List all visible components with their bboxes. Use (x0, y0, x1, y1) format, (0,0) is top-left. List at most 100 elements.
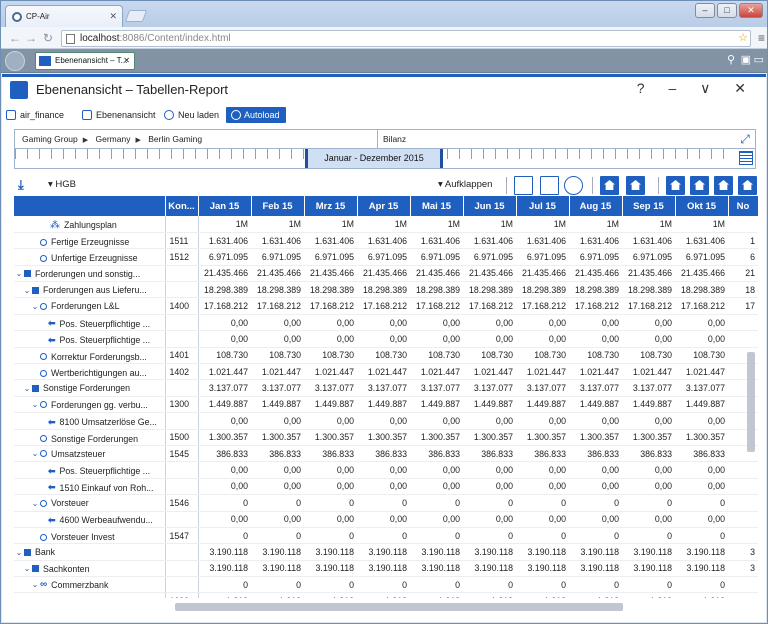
header-month[interactable]: Okt 15 (675, 196, 729, 216)
breadcrumb-berlin-gaming[interactable]: Berlin Gaming (148, 134, 202, 144)
table-row[interactable]: ⟲Commerzbank 10010001.3131.3131.3131.313… (14, 592, 758, 598)
breadcrumb-germany[interactable]: Germany (96, 134, 131, 144)
url-input[interactable]: localhost:8086/Content/index.html ☆ (61, 30, 751, 47)
vertical-scrollbar[interactable] (747, 352, 755, 452)
time-slider[interactable]: Januar - Dezember 2015 (14, 149, 756, 169)
expand-toggle-icon[interactable]: ⌄ (22, 286, 32, 295)
table-row[interactable]: ⬅ 8100 Umsatzerlöse Ge... 0,00 0,00 0,00 0,00… (14, 412, 758, 430)
report-type-label[interactable]: Bilanz (377, 130, 732, 148)
layout-icon[interactable]: ▣ (741, 53, 751, 66)
header-month[interactable]: Feb 15 (251, 196, 305, 216)
table-row[interactable]: ⬅ 1510 Einkauf von Roh... 0,00 0,00 0,00 0,00… (14, 478, 758, 496)
table-row[interactable]: ⌄ Forderungen und sonstig... 21.435.466 21.… (14, 265, 758, 283)
expand-toggle-icon[interactable]: ⌄ (30, 580, 40, 589)
row-label[interactable]: ⬅ 1510 Einkauf von Roh... (14, 478, 166, 496)
header-month[interactable]: No (728, 196, 759, 216)
table-row[interactable]: Sonstige Forderungen 1500 1.300.357 1.300.3… (14, 429, 758, 446)
browser-tab[interactable]: CP-Air ✕ (5, 5, 123, 27)
ebenenansicht-button[interactable]: Ebenenansicht (82, 107, 156, 123)
tree-icon[interactable] (690, 176, 709, 195)
table-row[interactable]: ⬅ Pos. Steuerpflichtige ... 0,00 0,00 0,00 0,… (14, 330, 758, 348)
row-label[interactable]: ⌄ Forderungen L&L (14, 297, 166, 315)
table-row[interactable]: ⌄ Forderungen gg. verbu... 1300 1.449.887 1.… (14, 396, 758, 414)
row-label[interactable]: Wertberichtigungen au... (14, 363, 166, 381)
header-month[interactable]: Mrz 15 (304, 196, 358, 216)
row-label[interactable]: Fertige Erzeugnisse (14, 232, 166, 250)
row-label[interactable]: ⌄ Forderungen und sonstig... (14, 265, 166, 283)
list-view-icon[interactable] (738, 176, 757, 195)
home-icon[interactable] (600, 176, 619, 195)
row-label[interactable]: Sonstige Forderungen (14, 429, 166, 446)
row-label[interactable]: ⌄ Vorsteuer (14, 494, 166, 512)
expand-dropdown[interactable]: ▾ Aufklappen (438, 179, 492, 190)
table-row[interactable]: ⌄ Forderungen aus Lieferu... 18.298.389 18.… (14, 281, 758, 299)
table-row[interactable]: ⬅ Pos. Steuerpflichtige ... 0,00 0,00 0,00 0,… (14, 314, 758, 332)
table-row[interactable]: Fertige Erzeugnisse 1511 1.631.406 1.631.40… (14, 232, 758, 250)
table-row[interactable]: ⬅ Pos. Steuerpflichtige ... 0,00 0,00 0,00 0,… (14, 461, 758, 479)
reload-button[interactable]: Neu laden (164, 107, 219, 123)
table-row[interactable]: ⌄ Forderungen L&L 1400 17.168.212 17.168.212… (14, 297, 758, 315)
row-label[interactable]: Vorsteuer Invest (14, 527, 166, 545)
row-label[interactable]: Korrektur Forderungsb... (14, 347, 166, 365)
row-label[interactable]: ⌄ Bank (14, 543, 166, 561)
table-row[interactable]: ⌄ Sachkonten 3.190.118 3.190.118 3.190.118 3.… (14, 560, 758, 578)
table-row[interactable]: ⌄ Bank 3.190.118 3.190.118 3.190.118 3.190.11… (14, 543, 758, 561)
chart-up-icon[interactable] (666, 176, 685, 195)
header-month[interactable]: Jun 15 (463, 196, 517, 216)
header-month[interactable]: Apr 15 (357, 196, 411, 216)
header-month[interactable]: Jan 15 (198, 196, 252, 216)
calendar-icon[interactable] (739, 151, 753, 165)
row-label[interactable]: ⬅ Pos. Steuerpflichtige ... (14, 314, 166, 332)
zero-values-icon[interactable] (564, 176, 583, 195)
browser-menu-icon[interactable]: ≡ (758, 31, 765, 45)
panel-view-icon[interactable] (540, 176, 559, 195)
row-label[interactable]: ⌄ Sachkonten (14, 560, 166, 578)
row-label[interactable]: ⬅ 8100 Umsatzerlöse Ge... (14, 412, 166, 430)
header-month[interactable]: Sep 15 (622, 196, 676, 216)
table-row[interactable]: ⌄ Umsatzsteuer 1545 386.833 386.833 386.833 38… (14, 445, 758, 463)
air-finance-button[interactable]: air_finance (6, 107, 64, 123)
close-app-tab-icon[interactable]: ✕ (123, 53, 130, 69)
expand-toggle-icon[interactable]: ⌄ (22, 564, 32, 573)
minimize-window-icon[interactable]: – (695, 3, 715, 18)
horizontal-scrollbar[interactable] (175, 603, 623, 611)
table-row[interactable]: ⁂ Zahlungsplan 1M 1M 1M 1M 1M 1M 1M 1M 1M 1M (14, 216, 758, 233)
back-icon[interactable]: ← (9, 31, 21, 45)
table-row[interactable]: ⬅ 4600 Werbeaufwendu... 0,00 0,00 0,00 0,00 0,… (14, 511, 758, 528)
expand-icon[interactable]: ⤢ (737, 131, 753, 147)
table-row[interactable]: ⌄ ∞ Commerzbank 0 0 0 0 0 0 0 0 0 0 (14, 576, 758, 594)
close-window-icon[interactable]: ✕ (739, 3, 763, 18)
cp-air-logo-icon[interactable] (5, 51, 25, 71)
table-row[interactable]: Korrektur Forderungsb... 1401 108.730 108.7… (14, 347, 758, 365)
autoload-button[interactable]: Autoload (226, 107, 286, 123)
row-label[interactable]: ⌄ Forderungen aus Lieferu... (14, 281, 166, 299)
expand-toggle-icon[interactable]: ⌄ (30, 449, 40, 458)
expand-toggle-icon[interactable]: ⌄ (30, 499, 40, 508)
row-label[interactable]: ⬅ 4600 Werbeaufwendu... (14, 511, 166, 528)
table-row[interactable]: ⌄ Sonstige Forderungen 3.137.077 3.137.077 3… (14, 379, 758, 397)
expand-toggle-icon[interactable]: ⌄ (22, 384, 32, 393)
row-label[interactable]: ⌄ Umsatzsteuer (14, 445, 166, 463)
forward-icon[interactable]: → (25, 31, 37, 45)
header-month[interactable]: Jul 15 (516, 196, 570, 216)
header-month[interactable]: Mai 15 (410, 196, 464, 216)
breadcrumb-gaming-group[interactable]: Gaming Group (22, 134, 78, 144)
table-row[interactable]: ⌄ Vorsteuer 1546 0 0 0 0 0 0 0 0 0 0 (14, 494, 758, 512)
row-label[interactable]: ⟲ Commerzbank 100 (14, 592, 166, 598)
panel-controls[interactable]: ? – ∨ ✕ (637, 80, 756, 97)
row-label[interactable]: ⬅ Pos. Steuerpflichtige ... (14, 330, 166, 348)
header-konto[interactable]: Kon... (165, 196, 199, 216)
close-tab-icon[interactable]: ✕ (109, 11, 117, 22)
expand-toggle-icon[interactable]: ⌄ (30, 400, 40, 409)
windows-icon[interactable]: ▭ (754, 53, 764, 66)
search-icon[interactable]: ⚲ (727, 53, 735, 66)
time-selection[interactable]: Januar - Dezember 2015 (305, 149, 443, 168)
download-icon[interactable]: ⤓ (18, 177, 24, 193)
bookmark-star-icon[interactable]: ☆ (738, 31, 748, 46)
new-tab-button[interactable] (124, 10, 148, 22)
maximize-window-icon[interactable]: □ (717, 3, 737, 18)
chart-down-icon[interactable] (714, 176, 733, 195)
table-row[interactable]: Wertberichtigungen au... 1402 1.021.447 1.0… (14, 363, 758, 381)
row-label[interactable]: ⌄ Sonstige Forderungen (14, 379, 166, 397)
row-label[interactable]: ⌄ ∞ Commerzbank (14, 576, 166, 594)
